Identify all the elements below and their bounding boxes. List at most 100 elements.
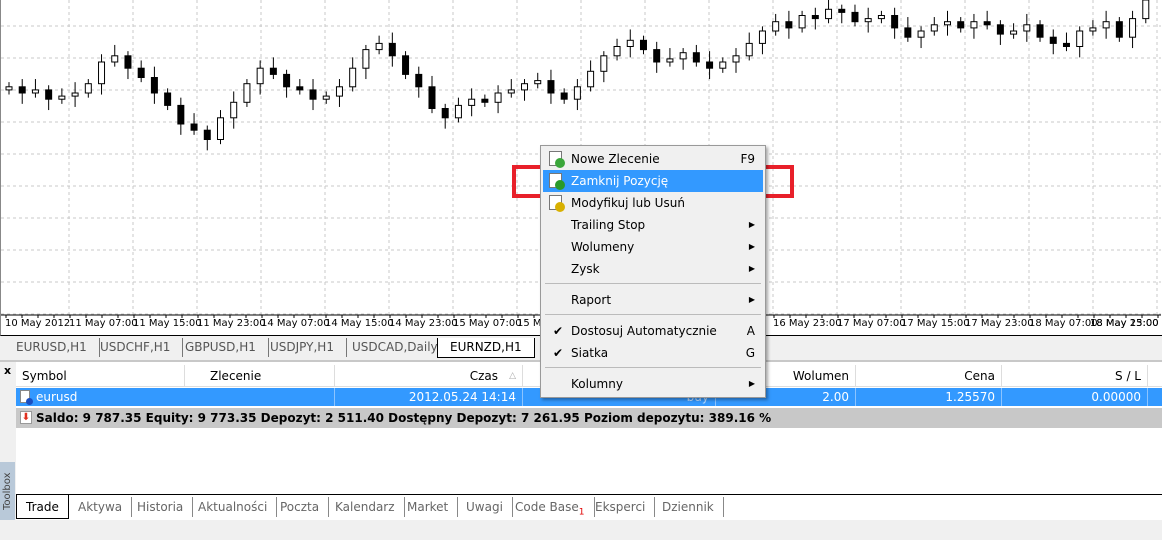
menu-shortcut: F9 [740, 152, 755, 166]
chart-tab[interactable]: USDCHF,H1 [88, 338, 184, 357]
menu-item[interactable]: Kolumny ▶ [543, 373, 763, 395]
candle-body [283, 73, 291, 88]
col-sl[interactable]: S / L [1002, 365, 1148, 387]
candle-body [18, 86, 26, 94]
menu-item[interactable]: Raport ▶ [543, 289, 763, 311]
candle-body [216, 117, 224, 141]
col-time[interactable]: Czas △ [335, 365, 523, 387]
terminal-tab[interactable]: Poczta [271, 497, 330, 517]
badge: 1 [578, 507, 585, 518]
candle-body [587, 70, 595, 88]
x-tick-label: 11 May 07:00 [69, 318, 138, 329]
menu-item[interactable]: ✔ Dostosuj Automatycznie A [543, 320, 763, 342]
symbol-value: eurusd [36, 390, 78, 404]
menu-item[interactable]: Zysk ▶ [543, 258, 763, 280]
candle-body [296, 86, 304, 91]
candle-body [349, 67, 357, 88]
candle-body [930, 24, 938, 32]
terminal-tab[interactable]: Historia [128, 497, 194, 517]
menu-item[interactable]: Trailing Stop ▶ [543, 214, 763, 236]
candle-body [639, 39, 647, 51]
candle-body [944, 21, 952, 26]
candle-body [269, 67, 277, 75]
account-summary: Saldo: 9 787.35 Equity: 9 773.35 Depozyt… [36, 411, 772, 425]
candle-body [428, 86, 436, 110]
candle-body [71, 92, 79, 97]
candle-body [692, 52, 700, 63]
candle-body [1036, 24, 1044, 38]
menu-item-label: Modyfikuj lub Usuń [571, 196, 685, 210]
tab-label: Aktywa [78, 500, 123, 514]
candle-body [322, 95, 330, 100]
candle-body [838, 8, 846, 13]
x-tick-label: 17 May 07:00 [837, 318, 906, 329]
candle-body [84, 83, 92, 94]
candle-body [1076, 30, 1084, 47]
modify-icon [549, 195, 565, 212]
candle-body [190, 123, 198, 131]
terminal-tab[interactable]: Kalendarz [326, 497, 405, 517]
terminal-tab[interactable]: Aktualności [189, 497, 278, 517]
candle-body [573, 86, 581, 100]
candle-body [507, 89, 515, 94]
candle-body [31, 89, 39, 94]
terminal-tab[interactable]: Eksperci [586, 497, 656, 517]
col-symbol[interactable]: Symbol [16, 365, 185, 387]
toolbox-strip: x Toolbox [0, 362, 16, 520]
x-tick-label: 18 May 23:00 [1090, 318, 1159, 329]
terminal-tab[interactable]: Trade [16, 495, 69, 519]
x-tick-label: 10 May 2012 [5, 318, 71, 329]
tab-label: Dziennik [662, 500, 714, 514]
menu-item[interactable]: Modyfikuj lub Usuń [543, 192, 763, 214]
close-icon[interactable]: x [4, 364, 11, 377]
col-order[interactable]: Zlecenie [185, 365, 335, 387]
submenu-arrow-icon: ▶ [748, 264, 755, 273]
menu-item-label: Zamknij Pozycję [571, 174, 669, 188]
chart-tab[interactable]: GBPUSD,H1 [173, 338, 269, 357]
menu-item[interactable]: Zamknij Pozycję [543, 170, 763, 192]
terminal-tabs: Trade Aktywa Historia Aktualności Poczta Kale… [16, 494, 1162, 519]
x-tick-label: 17 May 15:00 [901, 318, 970, 329]
menu-item-label: Wolumeny [571, 240, 635, 254]
candle-body [613, 46, 621, 57]
terminal-tab[interactable]: Dziennik [653, 497, 724, 517]
menu-item[interactable]: ✔ Siatka G [543, 342, 763, 364]
candle-body [904, 27, 912, 38]
menu-item-label: Kolumny [571, 377, 623, 391]
candle-body [864, 18, 872, 23]
candle-body [785, 21, 793, 29]
terminal-tab[interactable]: Code Base1 [506, 497, 595, 517]
toolbox-label[interactable]: Toolbox [0, 462, 15, 520]
tab-label: Uwagi [466, 500, 503, 514]
candle-body [877, 15, 885, 20]
chart-tab[interactable]: EURNZD,H1 [437, 338, 535, 358]
candle-body [402, 55, 410, 75]
chart-tab[interactable]: EURUSD,H1 [4, 338, 100, 357]
menu-item[interactable]: Wolumeny ▶ [543, 236, 763, 258]
candle-body [719, 61, 727, 69]
candle-body [732, 55, 740, 63]
menu-item-label: Siatka [571, 346, 609, 360]
tab-label: Eksperci [595, 500, 646, 514]
tab-label: Code Base [515, 500, 579, 514]
candle-body [309, 89, 317, 100]
col-time-label: Czas [469, 369, 498, 383]
candle-body [811, 15, 819, 20]
candle-body [177, 104, 185, 125]
candle-body [957, 21, 965, 29]
candle-body [111, 55, 119, 63]
menu-item[interactable]: Nowe Zlecenie F9 [543, 148, 763, 170]
candle-body [1142, 0, 1150, 20]
col-price[interactable]: Cena [856, 365, 1002, 387]
candle-body [600, 55, 608, 72]
candle-body [666, 58, 674, 63]
chart-tab[interactable]: USDCAD,Daily [340, 338, 451, 357]
candle-body [970, 21, 978, 29]
chart-tab[interactable]: USDJPY,H1 [258, 338, 347, 357]
terminal-tab[interactable]: Uwagi [457, 497, 513, 517]
candle-body [825, 8, 833, 20]
candle-body [1089, 27, 1097, 32]
terminal-tab[interactable]: Aktywa [69, 497, 133, 517]
account-summary-row[interactable]: ⬇ Saldo: 9 787.35 Equity: 9 773.35 Depoz… [16, 408, 1162, 428]
terminal-tab[interactable]: Market [398, 497, 459, 517]
